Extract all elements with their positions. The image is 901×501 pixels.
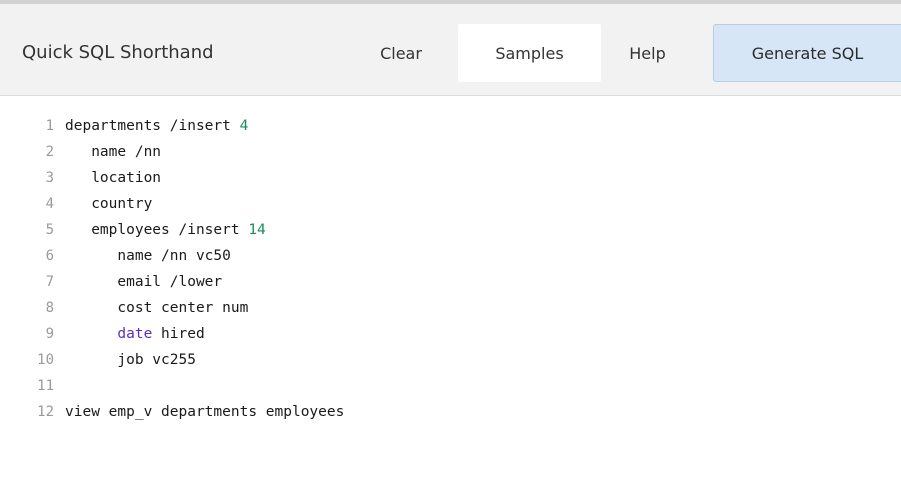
number-token: 14 [248,222,266,238]
code-line[interactable]: 10 job vc255 [0,347,901,373]
line-number: 5 [45,222,54,238]
line-number: 3 [45,170,54,186]
code-line[interactable]: 6 name /nn vc50 [0,243,901,269]
code-line[interactable]: 4 country [0,191,901,217]
clear-button[interactable]: Clear [361,24,441,82]
toolbar: Quick SQL Shorthand Clear Samples Help G… [0,4,901,96]
code-editor[interactable]: 1 departments /insert 42 name /nn 3 locati… [0,96,901,501]
line-number: 6 [45,248,54,264]
line-number: 1 [45,118,54,134]
line-number: 12 [37,404,54,420]
code-text: email /lower [65,269,222,295]
code-text: date hired [65,321,205,347]
code-token: cost center num [65,300,249,316]
code-text: location [65,165,161,191]
line-number: 7 [45,274,54,290]
code-text: view emp_v departments employees [65,399,344,425]
keyword-token: date [117,326,153,342]
code-line[interactable]: 2 name /nn [0,139,901,165]
code-line[interactable]: 8 cost center num [0,295,901,321]
code-token: country [65,196,153,212]
code-text: cost center num [65,295,248,321]
code-line[interactable]: 1 departments /insert 4 [0,113,901,139]
code-token: departments /insert [65,118,240,134]
code-line[interactable]: 9 date hired [0,321,901,347]
line-number: 10 [37,352,54,368]
line-number: 8 [45,300,54,316]
line-number: 11 [37,378,54,394]
code-text: employees /insert 14 [65,217,266,243]
code-token: location [65,170,162,186]
code-line[interactable]: 11 [0,373,901,399]
code-token: name /nn vc50 [65,248,231,264]
code-line[interactable]: 7 email /lower [0,269,901,295]
code-text: name /nn [65,139,161,165]
line-number: 9 [45,326,54,342]
code-token: hired [152,326,205,342]
generate-sql-button[interactable]: Generate SQL [713,24,901,82]
code-line[interactable]: 12 view emp_v departments employees [0,399,901,425]
help-button[interactable]: Help [600,24,695,82]
line-number: 4 [45,196,54,212]
code-text: country [65,191,152,217]
code-line[interactable]: 3 location [0,165,901,191]
code-text: job vc255 [65,347,196,373]
samples-button[interactable]: Samples [458,24,601,82]
code-token: email /lower [65,274,223,290]
code-token: job vc255 [65,352,196,368]
code-text: departments /insert 4 [65,113,248,139]
number-token: 4 [239,118,249,134]
line-number: 2 [45,144,54,160]
code-text: name /nn vc50 [65,243,231,269]
page-title: Quick SQL Shorthand [22,42,214,63]
code-token: view emp_v departments employees [65,404,345,420]
code-token: name /nn [65,144,162,160]
code-token: employees /insert [65,222,249,238]
code-line[interactable]: 5 employees /insert 14 [0,217,901,243]
